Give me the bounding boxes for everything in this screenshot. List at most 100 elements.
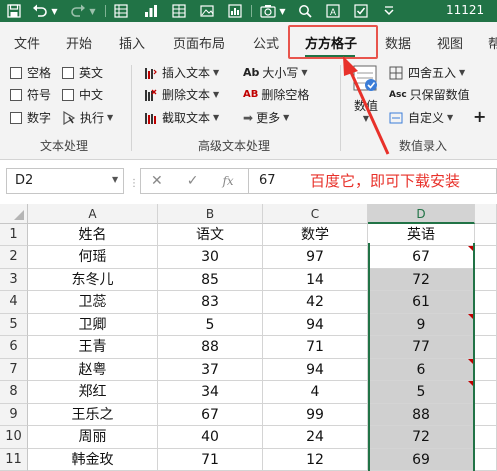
row-header[interactable]: 3 bbox=[0, 268, 28, 291]
row-header[interactable]: 5 bbox=[0, 313, 28, 336]
table-cell-chinese[interactable]: 30 bbox=[158, 246, 263, 269]
row-header[interactable]: 1 bbox=[0, 224, 28, 246]
table-cell-math[interactable]: 94 bbox=[263, 313, 368, 336]
table-cell-chinese[interactable]: 37 bbox=[158, 358, 263, 381]
table-cell-name[interactable]: 韩金玫 bbox=[28, 448, 158, 471]
checkbox-english[interactable]: 英文 bbox=[62, 64, 103, 81]
tab-formulas[interactable]: 公式 bbox=[253, 33, 279, 52]
row-header[interactable]: 9 bbox=[0, 403, 28, 426]
chart-icon-2[interactable] bbox=[224, 0, 246, 22]
cancel-icon[interactable]: ✕ bbox=[151, 173, 163, 189]
name-box-dropdown[interactable]: ▼ bbox=[112, 175, 118, 184]
table-cell-chinese[interactable]: 83 bbox=[158, 291, 263, 314]
table-cell-english[interactable]: 72 bbox=[368, 426, 475, 449]
column-header-d[interactable]: D bbox=[368, 204, 475, 224]
save-icon[interactable] bbox=[4, 0, 24, 22]
search-icon[interactable] bbox=[294, 0, 316, 22]
table-cell-english[interactable]: 9 bbox=[368, 313, 475, 336]
empty-cell[interactable] bbox=[475, 268, 497, 291]
header-cell-chinese[interactable]: 语文 bbox=[158, 224, 263, 246]
name-box[interactable]: D2 bbox=[6, 168, 124, 194]
table-cell-name[interactable]: 郑红 bbox=[28, 381, 158, 404]
chevron-down-icon[interactable] bbox=[378, 0, 400, 22]
tab-help[interactable]: 帮 bbox=[488, 33, 497, 52]
image-icon[interactable] bbox=[196, 0, 218, 22]
tab-file[interactable]: 文件 bbox=[14, 33, 40, 52]
table-cell-name[interactable]: 王乐之 bbox=[28, 403, 158, 426]
header-cell-english[interactable]: 英语 bbox=[368, 224, 475, 246]
table-cell-name[interactable]: 东冬儿 bbox=[28, 268, 158, 291]
screenshot-icon[interactable]: ▼ bbox=[256, 0, 290, 22]
table-cell-english[interactable]: 72 bbox=[368, 268, 475, 291]
empty-cell[interactable] bbox=[475, 426, 497, 449]
table-cell-english[interactable]: 6 bbox=[368, 358, 475, 381]
row-header[interactable]: 10 bbox=[0, 426, 28, 449]
select-all-corner[interactable] bbox=[0, 204, 28, 224]
row-header[interactable]: 6 bbox=[0, 336, 28, 359]
table-cell-math[interactable]: 97 bbox=[263, 246, 368, 269]
row-header[interactable]: 11 bbox=[0, 448, 28, 471]
custom-button[interactable]: 自定义 ▼ bbox=[389, 109, 453, 126]
empty-cell[interactable] bbox=[475, 358, 497, 381]
table-cell-math[interactable]: 4 bbox=[263, 381, 368, 404]
table-cell-chinese[interactable]: 71 bbox=[158, 448, 263, 471]
delete-text-button[interactable]: 删除文本 ▼ bbox=[143, 86, 219, 103]
table-cell-english[interactable]: 61 bbox=[368, 291, 475, 314]
table-cell-name[interactable]: 卫卿 bbox=[28, 313, 158, 336]
table-cell-english[interactable]: 69 bbox=[368, 448, 475, 471]
empty-cell[interactable] bbox=[475, 246, 497, 269]
column-header-a[interactable]: A bbox=[28, 204, 158, 224]
row-header[interactable]: 2 bbox=[0, 246, 28, 269]
redo-icon[interactable]: ▼ bbox=[66, 0, 100, 22]
header-cell-name[interactable]: 姓名 bbox=[28, 224, 158, 246]
table-cell-math[interactable]: 42 bbox=[263, 291, 368, 314]
checkbox-icon[interactable] bbox=[350, 0, 372, 22]
table-icon[interactable] bbox=[168, 0, 190, 22]
checkbox-numbers[interactable]: 数字 bbox=[10, 109, 51, 126]
table-cell-chinese[interactable]: 67 bbox=[158, 403, 263, 426]
checkbox-symbols[interactable]: 符号 bbox=[10, 86, 51, 103]
keep-values-button[interactable]: Asc 只保留数值 bbox=[389, 86, 470, 103]
tab-insert[interactable]: 插入 bbox=[119, 33, 145, 52]
table-cell-math[interactable]: 14 bbox=[263, 268, 368, 291]
form-icon[interactable] bbox=[110, 0, 132, 22]
table-cell-math[interactable]: 99 bbox=[263, 403, 368, 426]
delete-spaces-button[interactable]: AB 删除空格 bbox=[243, 86, 309, 103]
values-button[interactable]: 数值 ▼ bbox=[346, 63, 386, 123]
case-button[interactable]: Ab 大小写 ▼ bbox=[243, 64, 308, 81]
tab-page-layout[interactable]: 页面布局 bbox=[173, 33, 225, 52]
row-header[interactable]: 7 bbox=[0, 358, 28, 381]
empty-cell[interactable] bbox=[475, 403, 497, 426]
more-options-icon[interactable]: ⋮ bbox=[129, 178, 139, 189]
table-cell-name[interactable]: 卫蕊 bbox=[28, 291, 158, 314]
table-cell-math[interactable]: 71 bbox=[263, 336, 368, 359]
checkbox-chinese[interactable]: 中文 bbox=[62, 86, 103, 103]
confirm-icon[interactable]: ✓ bbox=[187, 173, 199, 189]
column-header-e[interactable] bbox=[475, 204, 497, 224]
table-cell-math[interactable]: 12 bbox=[263, 448, 368, 471]
column-header-b[interactable]: B bbox=[158, 204, 263, 224]
table-cell-chinese[interactable]: 34 bbox=[158, 381, 263, 404]
row-header[interactable]: 8 bbox=[0, 381, 28, 404]
chart-icon[interactable] bbox=[140, 0, 162, 22]
empty-cell[interactable] bbox=[475, 448, 497, 471]
table-cell-chinese[interactable]: 85 bbox=[158, 268, 263, 291]
extract-text-button[interactable]: 截取文本 ▼ bbox=[143, 109, 219, 126]
insert-text-button[interactable]: 插入文本 ▼ bbox=[143, 64, 219, 81]
row-header[interactable]: 4 bbox=[0, 291, 28, 314]
table-cell-english[interactable]: 77 bbox=[368, 336, 475, 359]
text-icon[interactable]: A bbox=[322, 0, 344, 22]
header-cell-math[interactable]: 数学 bbox=[263, 224, 368, 246]
table-cell-chinese[interactable]: 5 bbox=[158, 313, 263, 336]
checkbox-spaces[interactable]: 空格 bbox=[10, 64, 51, 81]
empty-cell[interactable] bbox=[475, 381, 497, 404]
tab-data[interactable]: 数据 bbox=[385, 33, 411, 52]
table-cell-english[interactable]: 88 bbox=[368, 403, 475, 426]
empty-cell[interactable] bbox=[475, 224, 497, 246]
execute-button[interactable]: 执行 ▼ bbox=[62, 109, 113, 126]
empty-cell[interactable] bbox=[475, 336, 497, 359]
table-cell-name[interactable]: 赵粤 bbox=[28, 358, 158, 381]
tab-home[interactable]: 开始 bbox=[66, 33, 92, 52]
round-button[interactable]: 四舍五入 ▼ bbox=[389, 64, 465, 81]
empty-cell[interactable] bbox=[475, 291, 497, 314]
